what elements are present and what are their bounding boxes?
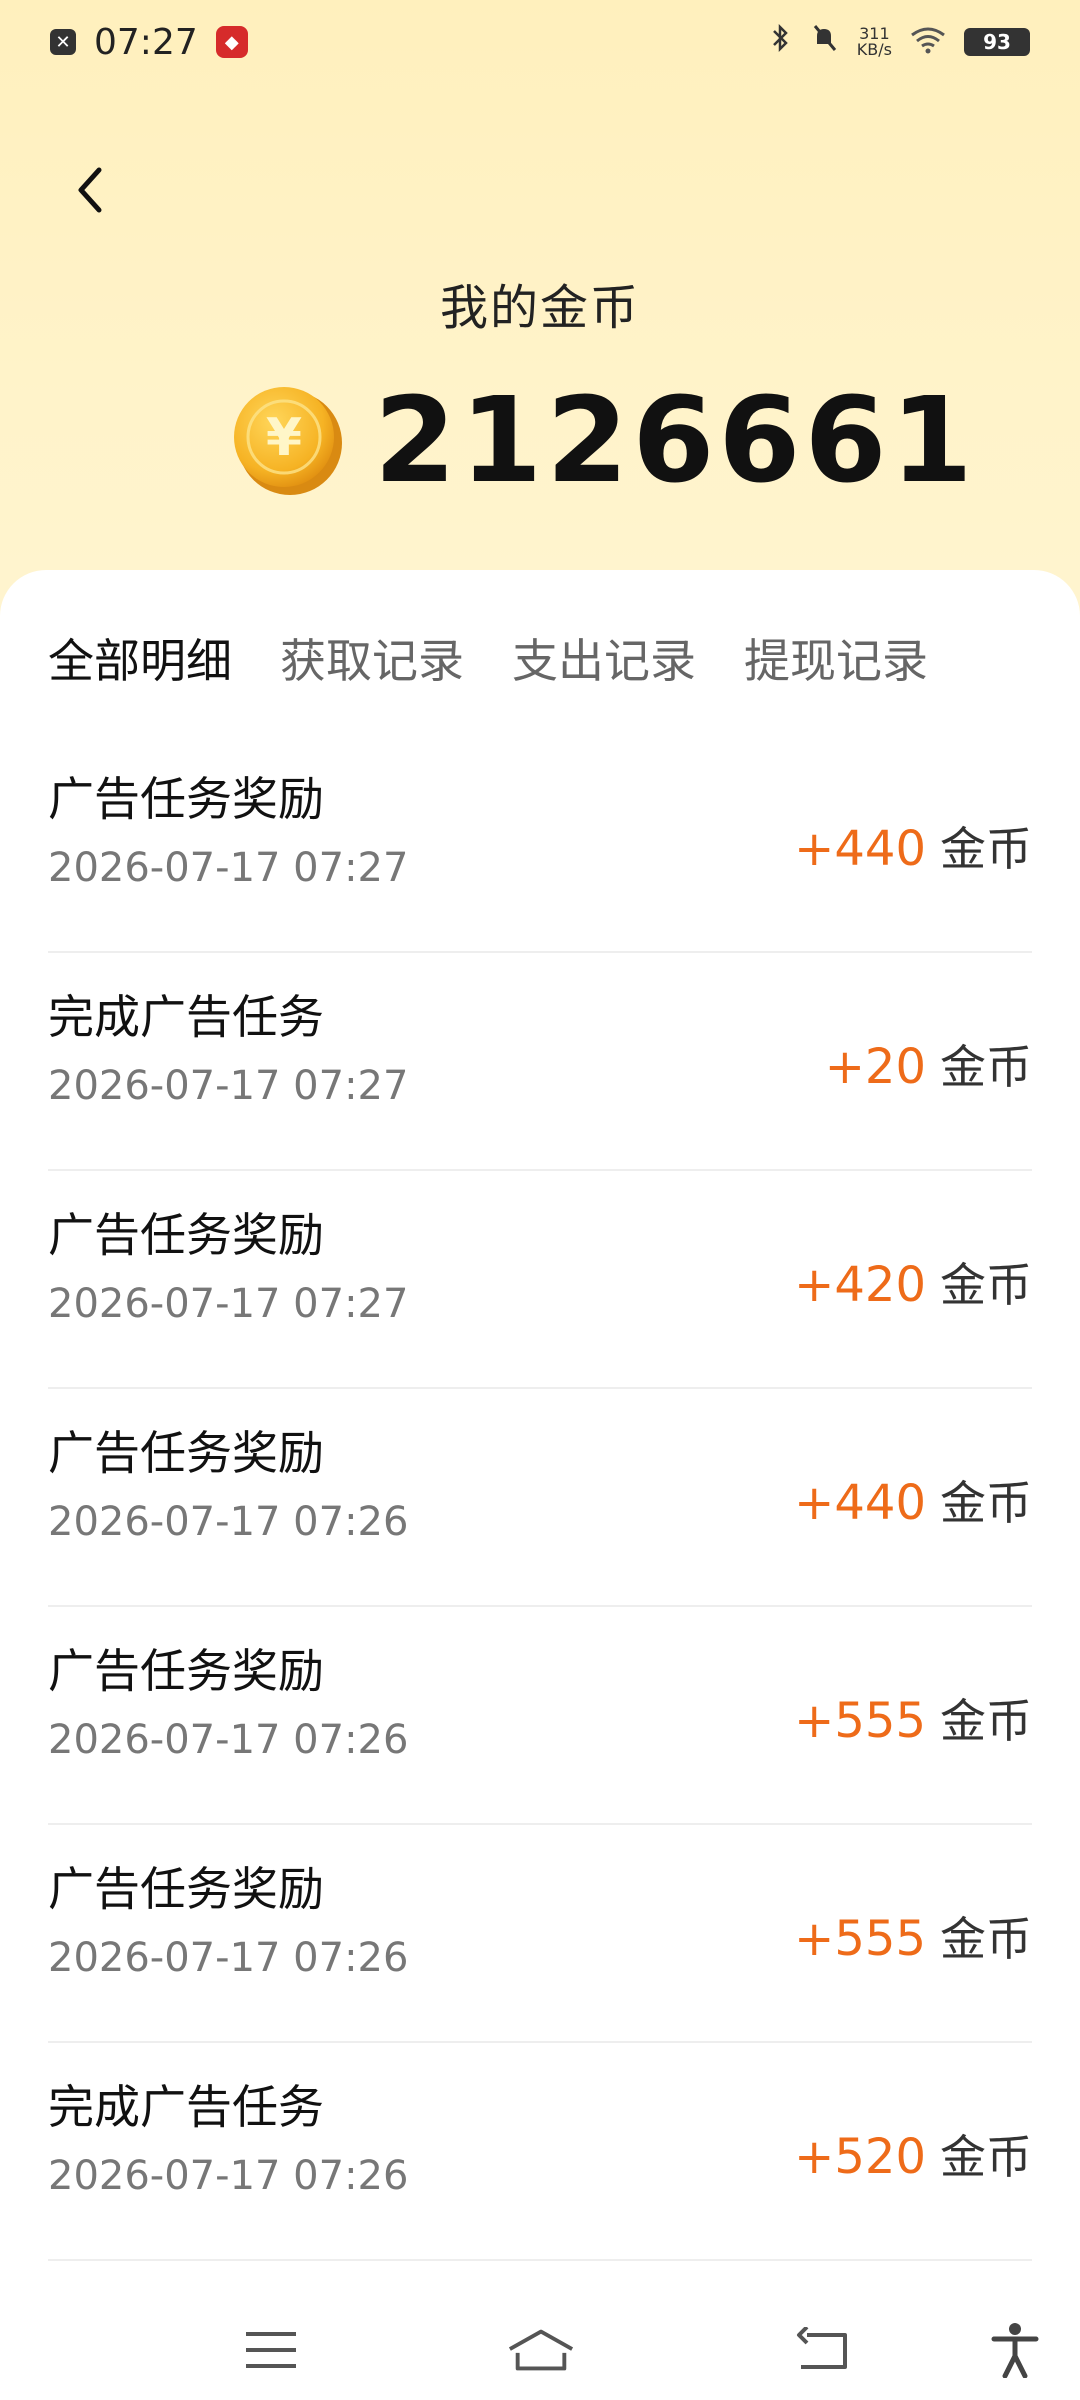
mute-bell-icon — [809, 22, 839, 63]
status-bar: ✕ 07:27 ◆ 311 KB/s 93 — [0, 0, 1080, 84]
record-amount-unit: 金币 — [940, 1912, 1032, 1966]
network-speed: 311 KB/s — [857, 26, 892, 58]
record-amount-value: +440 — [794, 1475, 926, 1531]
tab-withdraw-records[interactable]: 提现记录 — [744, 625, 928, 691]
status-time: 07:27 — [94, 21, 198, 63]
record-amount: +520 金币 — [794, 2121, 1032, 2187]
record-amount: +420 金币 — [794, 1249, 1032, 1315]
network-speed-unit: KB/s — [856, 40, 892, 59]
record-amount: +20 金币 — [825, 1031, 1032, 1097]
record-amount: +440 金币 — [794, 1467, 1032, 1533]
record-time: 2026-07-17 07:27 — [48, 1281, 409, 1327]
menu-icon — [246, 2332, 296, 2368]
balance-value: 2126661 — [374, 371, 977, 509]
record-time: 2026-07-17 07:27 — [48, 1063, 409, 1109]
record-amount: +440 金币 — [794, 813, 1032, 879]
record-amount-value: +420 — [794, 1257, 926, 1313]
list-item: 广告任务奖励 2026-07-17 07:26 +555 金币 — [48, 1607, 1032, 1825]
record-time: 2026-07-17 07:26 — [48, 2153, 409, 2199]
records-card: 全部明细 获取记录 支出记录 提现记录 广告任务奖励 2026-07-17 07… — [0, 570, 1080, 2300]
record-amount-value: +555 — [794, 1911, 926, 1967]
record-amount-unit: 金币 — [940, 1040, 1032, 1094]
back-arrow-icon — [797, 2327, 847, 2369]
record-amount-unit: 金币 — [940, 1694, 1032, 1748]
tab-expense-records[interactable]: 支出记录 — [512, 625, 696, 691]
accessibility-button[interactable] — [980, 2318, 1050, 2382]
record-amount-value: +555 — [794, 1693, 926, 1749]
notification-close-icon: ✕ — [50, 29, 76, 55]
list-item: 广告任务奖励 2026-07-17 07:26 +440 金币 — [48, 1389, 1032, 1607]
header-area: ✕ 07:27 ◆ 311 KB/s 93 我的金币 ¥ 2126661 — [0, 0, 1080, 620]
battery-indicator: 93 — [964, 28, 1030, 56]
record-amount-value: +440 — [794, 821, 926, 877]
list-item: 广告任务奖励 2026-07-17 07:26 +555 金币 — [48, 1825, 1032, 2043]
record-title: 广告任务奖励 — [48, 1862, 324, 1916]
record-amount-unit: 金币 — [940, 1258, 1032, 1312]
menu-button[interactable] — [236, 2318, 306, 2382]
coin-balance: ¥ 2126661 — [230, 371, 977, 509]
svg-text:¥: ¥ — [266, 408, 302, 468]
list-item: 完成广告任务 2026-07-17 07:26 +520 金币 — [48, 2043, 1032, 2261]
bluetooth-icon — [769, 22, 791, 63]
record-title: 完成广告任务 — [48, 2080, 324, 2134]
record-time: 2026-07-17 07:26 — [48, 1717, 409, 1763]
record-time: 2026-07-17 07:27 — [48, 845, 409, 891]
record-title: 广告任务奖励 — [48, 1644, 324, 1698]
home-icon — [508, 2329, 574, 2371]
list-item: 完成广告任务 2026-07-17 07:27 +20 金币 — [48, 953, 1032, 1171]
system-navigation-bar — [0, 2300, 1080, 2400]
yuan-coin-icon: ¥ — [234, 387, 342, 495]
tab-income-records[interactable]: 获取记录 — [280, 625, 464, 691]
record-title: 完成广告任务 — [48, 990, 324, 1044]
record-time: 2026-07-17 07:26 — [48, 1499, 409, 1545]
back-nav-button[interactable] — [788, 2318, 858, 2382]
record-time: 2026-07-17 07:26 — [48, 1935, 409, 1981]
record-amount-unit: 金币 — [940, 2130, 1032, 2184]
page-title: 我的金币 — [439, 280, 640, 336]
record-amount: +555 金币 — [794, 1685, 1032, 1751]
status-right: 311 KB/s 93 — [769, 22, 1030, 63]
app-notification-icon: ◆ — [215, 26, 248, 58]
tab-all-details[interactable]: 全部明细 — [48, 625, 232, 691]
record-amount: +555 金币 — [794, 1903, 1032, 1969]
wifi-icon — [910, 22, 946, 63]
record-title: 广告任务奖励 — [48, 772, 324, 826]
record-amount-value: +520 — [794, 2129, 926, 2185]
record-tabs: 全部明细 获取记录 支出记录 提现记录 — [48, 625, 928, 691]
back-button[interactable] — [60, 160, 120, 220]
chevron-left-icon — [78, 167, 102, 213]
records-list: 广告任务奖励 2026-07-17 07:27 +440 金币 完成广告任务 2… — [48, 735, 1032, 2261]
accessibility-icon — [991, 2323, 1039, 2378]
home-button[interactable] — [506, 2318, 576, 2382]
record-title: 广告任务奖励 — [48, 1208, 324, 1262]
record-amount-unit: 金币 — [940, 1476, 1032, 1530]
list-item: 广告任务奖励 2026-07-17 07:27 +420 金币 — [48, 1171, 1032, 1389]
status-left: ✕ 07:27 ◆ — [50, 22, 248, 63]
list-item: 广告任务奖励 2026-07-17 07:27 +440 金币 — [48, 735, 1032, 953]
record-amount-value: +20 — [824, 1039, 926, 1095]
record-amount-unit: 金币 — [940, 822, 1032, 876]
record-title: 广告任务奖励 — [48, 1426, 324, 1480]
